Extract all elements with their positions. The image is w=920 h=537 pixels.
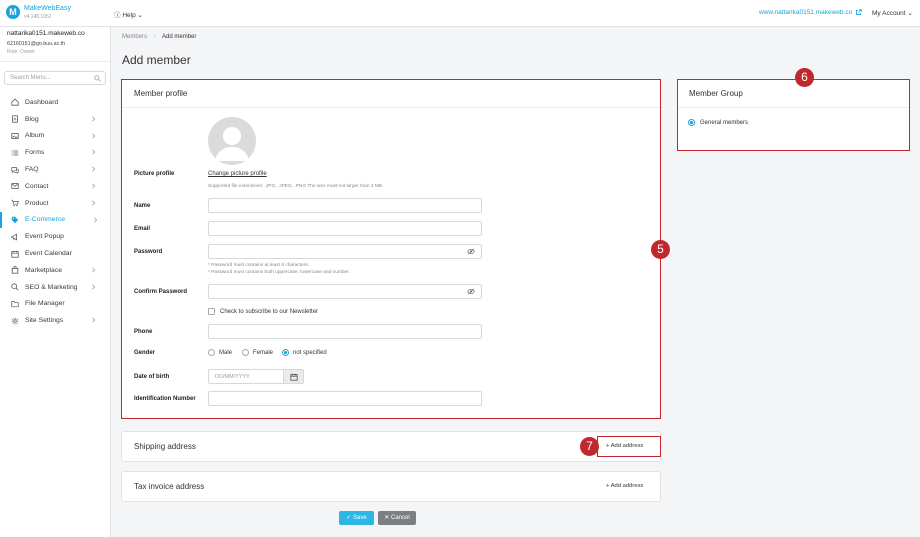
breadcrumb-current: Add member	[162, 34, 197, 40]
search-icon	[11, 283, 19, 291]
annotation-highlight-add-address	[597, 436, 661, 457]
list-icon	[11, 149, 19, 157]
annotation-badge-7: 7	[580, 437, 599, 456]
sidebar-item-seo-marketing[interactable]: SEO & Marketing	[0, 279, 110, 296]
chevron-right-icon	[94, 217, 98, 223]
chevron-down-icon: ⌄	[137, 12, 143, 19]
sidebar-item-label: Marketplace	[25, 266, 63, 274]
annotation-highlight-profile	[121, 79, 661, 419]
divider	[0, 61, 110, 62]
save-label: Save	[353, 515, 367, 521]
search-icon	[94, 75, 101, 82]
sidebar-item-label: Blog	[25, 115, 39, 123]
add-tax-address-button[interactable]: + Add address	[606, 483, 643, 489]
account-label: My Account	[872, 10, 906, 17]
sidebar-item-label: SEO & Marketing	[25, 283, 78, 291]
sidebar-item-site-settings[interactable]: Site Settings	[0, 312, 110, 329]
chevron-right-icon: ›	[153, 34, 156, 40]
bag-icon	[11, 266, 19, 274]
help-label: Help	[122, 12, 136, 19]
user-domain: nattarika0151.makeweb.co	[7, 30, 85, 37]
home-icon	[11, 98, 19, 106]
chevron-right-icon	[92, 267, 96, 273]
sidebar-item-label: Product	[25, 199, 49, 207]
breadcrumb-members[interactable]: Members	[122, 34, 147, 40]
chevron-right-icon	[92, 183, 96, 189]
search-menu-input[interactable]: Search Menu...	[4, 71, 106, 85]
chevron-right-icon	[92, 200, 96, 206]
site-url-link[interactable]: www.nattarika0151.makeweb.co	[759, 9, 852, 16]
annotation-highlight-group	[677, 79, 910, 151]
brand-logo[interactable]: M	[6, 5, 20, 19]
sidebar-item-label: Dashboard	[25, 98, 59, 106]
chevron-right-icon	[92, 116, 96, 122]
chevron-right-icon	[92, 284, 96, 290]
sidebar-item-marketplace[interactable]: Marketplace	[0, 262, 110, 279]
plus-icon: +	[606, 483, 610, 489]
sidebar-item-forms[interactable]: Forms	[0, 144, 110, 161]
chevron-right-icon	[92, 317, 96, 323]
annotation-badge-5: 5	[651, 240, 670, 259]
sidebar-item-blog[interactable]: Blog	[0, 111, 110, 128]
sidebar-item-label: FAQ	[25, 166, 39, 174]
sidebar-item-label: Event Popup	[25, 233, 64, 241]
close-icon: ✕	[384, 515, 390, 521]
gear-icon	[11, 317, 19, 325]
sidebar-item-contact[interactable]: Contact	[0, 178, 110, 195]
page-title: Add member	[122, 53, 191, 67]
sidebar-item-file-manager[interactable]: File Manager	[0, 296, 110, 313]
brand-name: MakeWebEasy	[24, 5, 71, 12]
sidebar-item-label: Contact	[25, 182, 49, 190]
tax-invoice-address-title: Tax invoice address	[134, 482, 205, 491]
calendar-icon	[11, 250, 19, 258]
mail-icon	[11, 182, 19, 190]
my-account-menu[interactable]: My Account ⌄	[872, 9, 913, 17]
external-link-icon[interactable]	[855, 9, 862, 16]
sidebar-item-event-calendar[interactable]: Event Calendar	[0, 245, 110, 262]
user-email: 62160151@go.buu.ac.th	[7, 41, 66, 47]
chevron-right-icon	[92, 133, 96, 139]
sidebar-item-label: Site Settings	[25, 317, 64, 325]
tag-icon	[11, 216, 19, 224]
user-role: Role: Owner	[7, 49, 35, 55]
save-button[interactable]: ✓ Save	[339, 511, 374, 525]
sidebar-item-label: Forms	[25, 149, 45, 157]
top-bar: M MakeWebEasy v4.148.1952 ⓘ Help ⌄ www.n…	[0, 0, 920, 27]
sidebar-item-label: E-Commerce	[25, 216, 66, 224]
sidebar-item-label: Event Calendar	[25, 250, 72, 258]
sidebar-item-label: File Manager	[25, 300, 65, 308]
sidebar-item-event-popup[interactable]: Event Popup	[0, 228, 110, 245]
check-icon: ✓	[346, 515, 352, 521]
sidebar-item-dashboard[interactable]: Dashboard	[0, 94, 110, 111]
sidebar-item-product[interactable]: Product	[0, 195, 110, 212]
chevron-right-icon	[92, 149, 96, 155]
cart-icon	[11, 199, 19, 207]
chevron-down-icon: ⌄	[907, 10, 913, 17]
cancel-button[interactable]: ✕ Cancel	[378, 511, 416, 525]
shipping-address-title: Shipping address	[134, 442, 196, 451]
sidebar-item-faq[interactable]: FAQ	[0, 161, 110, 178]
document-icon	[11, 115, 19, 123]
megaphone-icon	[11, 233, 19, 241]
sidebar-item-album[interactable]: Album	[0, 128, 110, 145]
help-menu[interactable]: ⓘ Help ⌄	[114, 9, 143, 19]
help-icon: ⓘ	[114, 12, 121, 19]
annotation-badge-6: 6	[795, 68, 814, 87]
sidebar-menu: Dashboard Blog Album Forms FAQ Contact Product…	[0, 94, 110, 329]
add-address-label: Add address	[610, 483, 644, 489]
chat-icon	[11, 166, 19, 174]
sidebar-item-label: Album	[25, 132, 45, 140]
brand-version: v4.148.1952	[24, 14, 52, 20]
sidebar-item-e-commerce[interactable]: E-Commerce	[0, 211, 110, 229]
folder-icon	[11, 300, 19, 308]
breadcrumb: Members › Add member	[122, 34, 196, 40]
image-icon	[11, 132, 19, 140]
chevron-right-icon	[92, 166, 96, 172]
search-placeholder: Search Menu...	[10, 75, 51, 81]
cancel-label: Cancel	[391, 515, 410, 521]
